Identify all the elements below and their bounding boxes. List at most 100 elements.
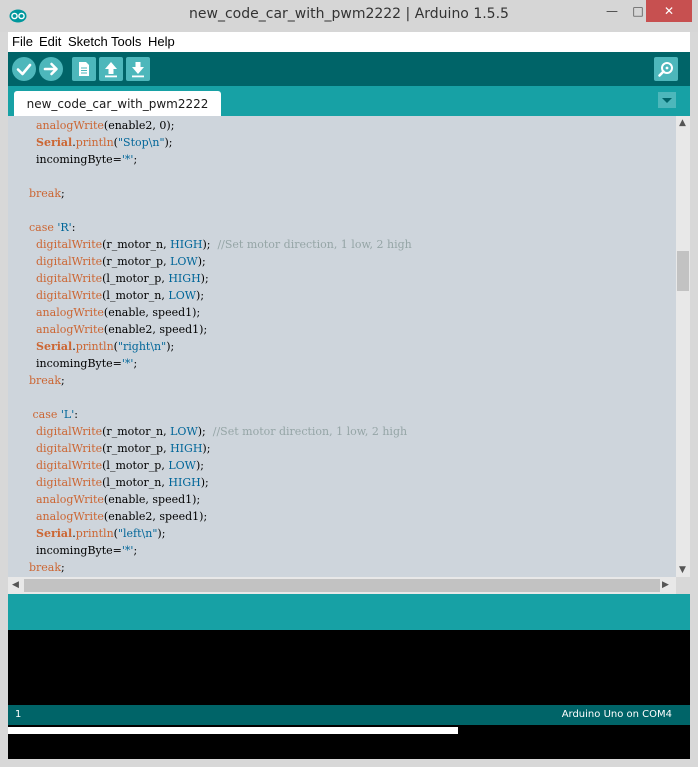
code-line: digitalWrite(r_motor_p, LOW);	[8, 253, 676, 270]
code-token: );	[164, 136, 173, 149]
code-token: analogWrite	[36, 510, 104, 523]
tab-sketch[interactable]: new_code_car_with_pwm2222	[14, 91, 221, 116]
open-button[interactable]	[99, 57, 123, 81]
code-token: );	[195, 459, 204, 472]
code-line: break;	[8, 372, 676, 389]
code-line: analogWrite(enable2, speed1);	[8, 321, 676, 338]
board-port-label: Arduino Uno on COM4	[561, 709, 672, 720]
code-token: break	[29, 561, 62, 574]
checkmark-icon	[16, 63, 32, 76]
code-editor[interactable]: analogWrite(enable2, 0); Serial.println(…	[8, 116, 676, 577]
verify-button[interactable]	[12, 57, 36, 81]
menu-edit[interactable]: Edit	[39, 34, 61, 49]
scroll-left-icon[interactable]: ◀	[12, 580, 19, 590]
code-token: incomingByte=	[22, 357, 122, 370]
vertical-scroll-thumb[interactable]	[677, 251, 689, 291]
code-token: HIGH	[170, 238, 203, 251]
serial-monitor-button[interactable]	[654, 57, 678, 81]
code-token: (r_motor_n,	[102, 238, 171, 251]
code-token: digitalWrite	[36, 289, 103, 302]
code-token: (enable2, 0);	[103, 119, 175, 132]
code-token: analogWrite	[36, 119, 104, 132]
upload-button[interactable]	[39, 57, 63, 81]
new-sketch-button[interactable]	[72, 57, 96, 81]
code-line: digitalWrite(r_motor_p, HIGH);	[8, 440, 676, 457]
code-token: break	[29, 374, 62, 387]
menu-file[interactable]: File	[12, 34, 33, 49]
code-token: ;	[61, 187, 65, 200]
horizontal-scrollbar[interactable]: ◀ ▶	[8, 577, 676, 594]
code-token: analogWrite	[36, 493, 104, 506]
code-token: (l_motor_p,	[102, 272, 169, 285]
code-line: incomingByte='*';	[8, 542, 676, 559]
code-token: HIGH	[170, 442, 203, 455]
code-token: '*'	[121, 544, 134, 557]
menu-tools[interactable]: Tools	[111, 34, 141, 49]
scroll-up-icon[interactable]: ▲	[679, 118, 686, 128]
code-token: Serial	[36, 136, 73, 149]
tab-menu-icon[interactable]	[658, 92, 676, 108]
scroll-down-icon[interactable]: ▼	[679, 565, 686, 575]
code-line: break;	[8, 185, 676, 202]
code-token: case	[32, 408, 58, 421]
menu-help[interactable]: Help	[148, 34, 175, 49]
code-token: LOW	[168, 289, 197, 302]
code-token: (enable2, speed1);	[103, 510, 208, 523]
code-line: Serial.println("right\n");	[8, 338, 676, 355]
code-token: '*'	[121, 357, 134, 370]
code-line: case 'R':	[8, 219, 676, 236]
code-token: (l_motor_n,	[102, 289, 169, 302]
arrow-down-icon	[132, 62, 144, 78]
code-token: :	[71, 221, 76, 234]
code-token: 'L'	[60, 408, 75, 421]
code-token: digitalWrite	[36, 459, 103, 472]
code-token: digitalWrite	[36, 255, 103, 268]
menu-sketch[interactable]: Sketch	[68, 34, 108, 49]
minimize-button[interactable]: —	[600, 0, 624, 22]
code-token: digitalWrite	[36, 425, 103, 438]
code-token: //Set motor direction, 1 low, 2 high	[217, 238, 412, 251]
code-line: analogWrite(enable, speed1);	[8, 304, 676, 321]
vertical-scrollbar[interactable]: ▲ ▼	[676, 116, 690, 577]
code-line: incomingByte='*';	[8, 355, 676, 372]
code-line: digitalWrite(r_motor_n, HIGH); //Set mot…	[8, 236, 676, 253]
code-line: incomingByte='*';	[8, 151, 676, 168]
title-bar: new_code_car_with_pwm2222 | Arduino 1.5.…	[0, 0, 698, 32]
code-token: analogWrite	[36, 323, 104, 336]
code-token: LOW	[170, 255, 198, 268]
code-token: analogWrite	[36, 306, 104, 319]
code-line: Serial.println("Stop\n");	[8, 134, 676, 151]
code-token: (enable, speed1);	[103, 306, 201, 319]
code-token: case	[29, 221, 54, 234]
code-token: LOW	[170, 425, 198, 438]
code-token: 'R'	[57, 221, 72, 234]
horizontal-scroll-thumb[interactable]	[24, 579, 660, 592]
code-token: :	[74, 408, 78, 421]
code-token: );	[202, 442, 211, 455]
code-line: digitalWrite(l_motor_p, LOW);	[8, 457, 676, 474]
code-token: incomingByte=	[22, 153, 122, 166]
code-token: "left\n"	[117, 527, 158, 540]
code-token: println	[75, 136, 114, 149]
toolbar	[8, 52, 690, 86]
code-line: digitalWrite(l_motor_n, LOW);	[8, 287, 676, 304]
save-button[interactable]	[126, 57, 150, 81]
code-token: incomingByte=	[22, 544, 122, 557]
close-button[interactable]: ✕	[646, 0, 692, 22]
scroll-right-icon[interactable]: ▶	[662, 580, 669, 590]
code-token: "Stop\n"	[117, 136, 165, 149]
code-token: //Set motor direction, 1 low, 2 high	[212, 425, 408, 438]
arrow-right-icon	[43, 62, 58, 76]
code-text: analogWrite(enable2, 0); Serial.println(…	[8, 117, 676, 576]
code-line: digitalWrite(r_motor_n, LOW); //Set moto…	[8, 423, 676, 440]
